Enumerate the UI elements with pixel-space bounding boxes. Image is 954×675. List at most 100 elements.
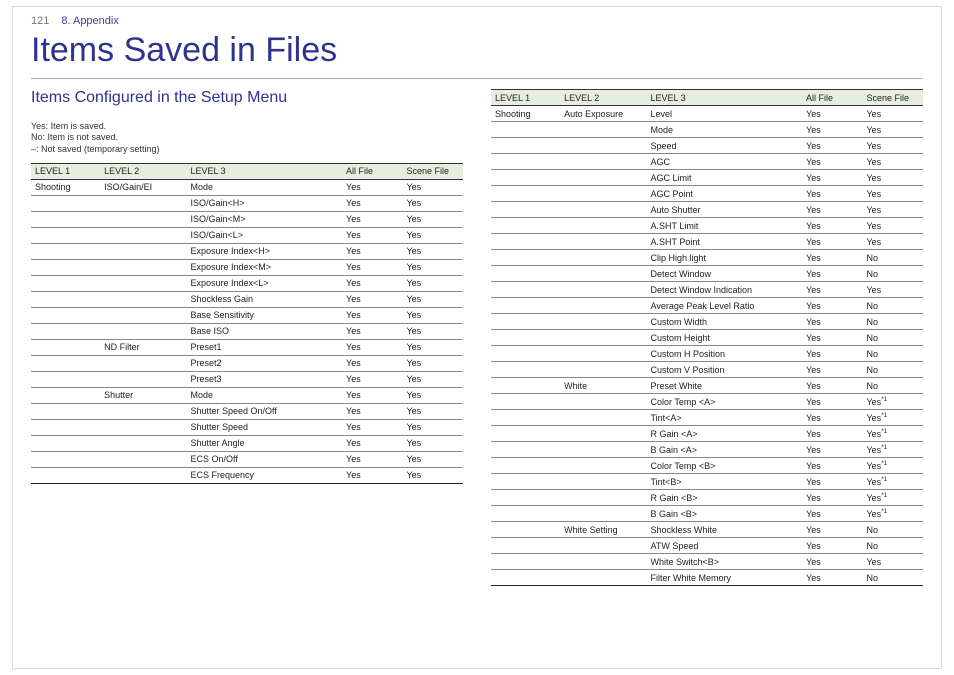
- cell-level1: [491, 538, 560, 554]
- cell-scenefile: Yes: [863, 122, 924, 138]
- cell-level2: [100, 275, 186, 291]
- cell-allfile: Yes: [802, 378, 862, 394]
- cell-level2: [560, 346, 646, 362]
- cell-allfile: Yes: [802, 298, 862, 314]
- cell-level3: Filter White Memory: [647, 570, 803, 586]
- table-row: Clip High lightYesNo: [491, 250, 923, 266]
- cell-level1: [491, 250, 560, 266]
- col-level2: LEVEL 2: [100, 163, 186, 179]
- footnote-star-icon: *1: [881, 444, 887, 451]
- cell-allfile: Yes: [802, 426, 862, 442]
- cell-level3: Custom V Position: [647, 362, 803, 378]
- cell-level1: [491, 138, 560, 154]
- cell-level2: ND Filter: [100, 339, 186, 355]
- cell-level3: Custom H Position: [647, 346, 803, 362]
- cell-scenefile: Yes: [403, 211, 464, 227]
- legend: Yes: Item is saved. No: Item is not save…: [31, 121, 463, 155]
- cell-level3: Shockless Gain: [187, 291, 343, 307]
- cell-level3: AGC Point: [647, 186, 803, 202]
- cell-level1: [31, 291, 100, 307]
- cell-scenefile: No: [863, 522, 924, 538]
- cell-allfile: Yes: [342, 355, 402, 371]
- table-row: ND FilterPreset1YesYes: [31, 339, 463, 355]
- left-column: Items Configured in the Setup Menu Yes: …: [31, 89, 463, 586]
- cell-allfile: Yes: [802, 106, 862, 122]
- cell-scenefile: Yes: [863, 282, 924, 298]
- cell-level2: [560, 362, 646, 378]
- table-row: Tint<B>YesYes*1: [491, 474, 923, 490]
- cell-level1: [491, 298, 560, 314]
- cell-level3: Auto Shutter: [647, 202, 803, 218]
- cell-allfile: Yes: [802, 538, 862, 554]
- cell-allfile: Yes: [802, 474, 862, 490]
- cell-level1: [491, 474, 560, 490]
- cell-allfile: Yes: [802, 554, 862, 570]
- cell-level2: [560, 138, 646, 154]
- col-level2: LEVEL 2: [560, 90, 646, 106]
- page-title: Items Saved in Files: [31, 31, 923, 70]
- cell-level2: [100, 259, 186, 275]
- two-column-layout: Items Configured in the Setup Menu Yes: …: [31, 89, 923, 586]
- cell-scenefile: Yes: [863, 138, 924, 154]
- cell-level1: [491, 394, 560, 410]
- cell-level2: [560, 426, 646, 442]
- cell-scenefile: No: [863, 250, 924, 266]
- cell-level1: [491, 202, 560, 218]
- cell-level3: Base ISO: [187, 323, 343, 339]
- table-row: Exposure Index<M>YesYes: [31, 259, 463, 275]
- cell-scenefile: Yes*1: [863, 458, 924, 474]
- cell-scenefile: Yes: [403, 275, 464, 291]
- footnote-star-icon: *1: [881, 396, 887, 403]
- cell-level3: Exposure Index<H>: [187, 243, 343, 259]
- table-row: B Gain <B>YesYes*1: [491, 506, 923, 522]
- table-row: Custom H PositionYesNo: [491, 346, 923, 362]
- left-table: LEVEL 1 LEVEL 2 LEVEL 3 All File Scene F…: [31, 163, 463, 484]
- cell-level2: [560, 490, 646, 506]
- cell-level2: [560, 154, 646, 170]
- cell-level3: Base Sensitivity: [187, 307, 343, 323]
- cell-level1: [491, 410, 560, 426]
- cell-allfile: Yes: [802, 410, 862, 426]
- table-row: Shutter AngleYesYes: [31, 435, 463, 451]
- footnote-star-icon: *1: [881, 492, 887, 499]
- cell-scenefile: Yes: [403, 467, 464, 483]
- cell-level2: [100, 291, 186, 307]
- cell-allfile: Yes: [802, 490, 862, 506]
- cell-allfile: Yes: [802, 570, 862, 586]
- col-level1: LEVEL 1: [31, 163, 100, 179]
- table-row: ECS On/OffYesYes: [31, 451, 463, 467]
- cell-scenefile: Yes: [403, 339, 464, 355]
- cell-scenefile: Yes: [403, 243, 464, 259]
- cell-scenefile: Yes: [403, 291, 464, 307]
- cell-level2: [100, 403, 186, 419]
- cell-level2: Auto Exposure: [560, 106, 646, 122]
- cell-level1: [491, 522, 560, 538]
- cell-allfile: Yes: [342, 291, 402, 307]
- table-row: ShootingAuto ExposureLevelYesYes: [491, 106, 923, 122]
- table-header-row: LEVEL 1 LEVEL 2 LEVEL 3 All File Scene F…: [31, 163, 463, 179]
- cell-level1: [491, 362, 560, 378]
- col-scenefile: Scene File: [863, 90, 924, 106]
- cell-scenefile: Yes: [863, 186, 924, 202]
- cell-level1: [491, 570, 560, 586]
- cell-level1: [31, 371, 100, 387]
- table-row: Custom HeightYesNo: [491, 330, 923, 346]
- table-row: ATW SpeedYesNo: [491, 538, 923, 554]
- cell-level1: [31, 435, 100, 451]
- cell-level1: [491, 346, 560, 362]
- table-row: Average Peak Level RatioYesNo: [491, 298, 923, 314]
- cell-level3: Detect Window: [647, 266, 803, 282]
- cell-level2: White Setting: [560, 522, 646, 538]
- cell-allfile: Yes: [342, 371, 402, 387]
- cell-allfile: Yes: [802, 442, 862, 458]
- cell-level3: Custom Height: [647, 330, 803, 346]
- cell-scenefile: Yes: [863, 554, 924, 570]
- table-row: Tint<A>YesYes*1: [491, 410, 923, 426]
- cell-level3: Level: [647, 106, 803, 122]
- cell-scenefile: Yes*1: [863, 506, 924, 522]
- table-row: ISO/Gain<L>YesYes: [31, 227, 463, 243]
- cell-scenefile: Yes: [863, 106, 924, 122]
- col-level3: LEVEL 3: [187, 163, 343, 179]
- table-row: Preset2YesYes: [31, 355, 463, 371]
- cell-level1: [31, 227, 100, 243]
